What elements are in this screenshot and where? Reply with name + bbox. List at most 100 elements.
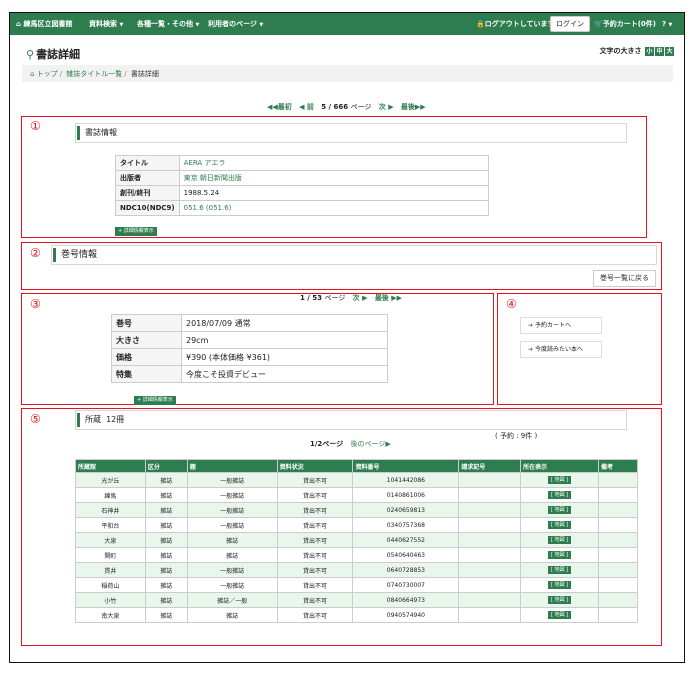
title-link[interactable]: AERA アエラ xyxy=(184,159,226,167)
cell-shelf: 一般雑誌 xyxy=(186,487,278,503)
cell-shelf: 雑誌／一般 xyxy=(186,592,278,608)
cell-category: 雑誌 xyxy=(144,562,188,578)
cell-shelf: 一般雑誌 xyxy=(186,562,278,578)
breadcrumb-magazine-list[interactable]: 雑誌タイトル一覧 xyxy=(66,70,122,78)
issue-row: 特集 今度こそ投資デビュー xyxy=(111,365,388,383)
map-button[interactable]: [ 地図 ] xyxy=(548,506,572,514)
holdings-heading: 所蔵 12冊 xyxy=(75,410,627,430)
home-icon: ⌂ xyxy=(16,20,22,28)
map-button[interactable]: [ 地図 ] xyxy=(548,566,572,574)
add-to-cart-link[interactable]: ➜ 予約カートへ xyxy=(520,317,602,334)
cell-note xyxy=(598,592,638,608)
cell-call-number xyxy=(458,502,522,518)
top-nav: ⌂ 練馬区立図書館 資料検索 ▼ 各種一覧・その他 ▼ 利用者のページ ▼ 🔒ロ… xyxy=(10,13,684,35)
font-medium-button[interactable]: 中 xyxy=(655,46,664,56)
font-large-button[interactable]: 大 xyxy=(665,46,674,56)
cell-number: 0940574940 xyxy=(352,607,460,623)
nav-home[interactable]: ⌂ 練馬区立図書館 xyxy=(16,13,72,35)
breadcrumb-top[interactable]: トップ xyxy=(37,70,58,78)
marker-1: ① xyxy=(30,119,41,133)
issue-row: 価格 ¥390 (本体価格 ¥361) xyxy=(111,348,388,366)
table-row: 稲荷山 雑誌 一般雑誌 貸出不可 0740730007 [ 地図 ] xyxy=(75,577,638,593)
right-icon: ▶ xyxy=(388,103,394,111)
nav-search-menu[interactable]: 資料検索 ▼ xyxy=(89,13,123,35)
map-button[interactable]: [ 地図 ] xyxy=(548,611,572,619)
cell-call-number xyxy=(458,547,522,563)
cell-location: [ 地図 ] xyxy=(520,502,600,518)
bib-info-heading: 書誌情報 xyxy=(75,123,627,143)
cart-icon: 🛒 xyxy=(594,20,603,28)
double-left-icon: ◀◀ xyxy=(267,103,278,111)
bib-info-table: タイトル AERA アエラ 出版者 東京 朝日新聞出版 創刊/終刊 1988.5.24… xyxy=(115,155,490,216)
table-row: 平和台 雑誌 一般雑誌 貸出不可 0340757368 [ 地図 ] xyxy=(75,517,638,533)
cell-library: 光が丘 xyxy=(75,472,146,488)
bib-row: タイトル AERA アエラ xyxy=(115,155,490,171)
caret-down-icon: ▼ xyxy=(119,22,124,28)
issue-detail-button[interactable]: + 詳細情報表示 xyxy=(134,396,176,405)
issue-next-link[interactable]: 次 ▶ xyxy=(353,294,368,302)
bib-row: NDC10(NDC9) 051.6 (051.6) xyxy=(115,200,490,216)
cell-shelf: 一般雑誌 xyxy=(186,517,278,533)
holdings-table: 所蔵館 区分 棚 資料状況 資料番号 請求記号 所在表示 備考 光が丘 雑誌 一般雑… xyxy=(75,459,638,623)
publisher-link[interactable]: 東京 朝日新聞出版 xyxy=(184,174,242,182)
issue-info-heading: 巻号情報 xyxy=(51,245,657,265)
right-icon: ▶ xyxy=(385,440,391,448)
cell-status: 貸出不可 xyxy=(276,472,354,488)
cell-location: [ 地図 ] xyxy=(520,487,600,503)
holdings-next-link[interactable]: 後のページ▶ xyxy=(350,440,390,448)
back-to-issues-button[interactable]: 巻号一覧に戻る xyxy=(593,270,656,287)
cell-status: 貸出不可 xyxy=(276,592,354,608)
map-button[interactable]: [ 地図 ] xyxy=(548,536,572,544)
issue-last-link[interactable]: 最後 ▶▶ xyxy=(375,294,402,302)
bib-row: 出版者 東京 朝日新聞出版 xyxy=(115,170,490,186)
cell-library: 石神井 xyxy=(75,502,146,518)
prev-link[interactable]: ◀ 前 xyxy=(299,103,314,111)
map-button[interactable]: [ 地図 ] xyxy=(548,521,572,529)
holdings-count: 12冊 xyxy=(106,415,125,424)
cell-call-number xyxy=(458,532,522,548)
read-later-link[interactable]: ➜ 今度読みたい本へ xyxy=(520,341,602,358)
cell-library: 関町 xyxy=(75,547,146,563)
cell-note xyxy=(598,472,638,488)
map-button[interactable]: [ 地図 ] xyxy=(548,551,572,559)
record-position: 5 / 666 xyxy=(321,103,349,111)
nav-user-menu[interactable]: 利用者のページ ▼ xyxy=(208,13,263,35)
cell-location: [ 地図 ] xyxy=(520,592,600,608)
left-icon: ◀ xyxy=(299,103,305,111)
cell-shelf: 一般雑誌 xyxy=(186,472,278,488)
map-button[interactable]: [ 地図 ] xyxy=(548,596,572,604)
map-button[interactable]: [ 地図 ] xyxy=(548,581,572,589)
nav-lists-menu[interactable]: 各種一覧・その他 ▼ xyxy=(137,13,199,35)
login-button[interactable]: ログイン xyxy=(550,16,590,32)
marker-4: ④ xyxy=(506,297,517,311)
first-link[interactable]: ◀◀最初 xyxy=(267,103,292,111)
cell-library: 平和台 xyxy=(75,517,146,533)
cell-shelf: 雑誌 xyxy=(186,607,278,623)
marker-5: ⑤ xyxy=(30,412,41,426)
last-link[interactable]: 最後▶▶ xyxy=(401,103,426,111)
help-menu[interactable]: ? ▼ xyxy=(662,13,672,35)
circle-arrow-icon: ➜ xyxy=(528,322,534,329)
font-size-control: 文字の大きさ 小中大 xyxy=(599,46,674,56)
map-button[interactable]: [ 地図 ] xyxy=(548,476,572,484)
table-row: 貫井 雑誌 一般雑誌 貸出不可 0640728853 [ 地図 ] xyxy=(75,562,638,578)
holdings-pager: 1/2ページ 後のページ▶ xyxy=(310,440,391,448)
issue-row: 大きさ 29cm xyxy=(111,331,388,349)
cell-call-number xyxy=(458,472,522,488)
issue-row: 巻号 2018/07/09 通常 xyxy=(111,314,388,332)
cell-category: 雑誌 xyxy=(144,517,188,533)
font-small-button[interactable]: 小 xyxy=(645,46,654,56)
cell-category: 雑誌 xyxy=(144,472,188,488)
issue-position: 1 / 53 xyxy=(300,294,323,302)
cell-number: 0440627552 xyxy=(352,532,460,548)
cart-link[interactable]: 🛒予約カート(0件) xyxy=(594,13,656,35)
cell-status: 貸出不可 xyxy=(276,562,354,578)
ndc-link[interactable]: 051.6 (051.6) xyxy=(184,204,232,212)
reservation-count: ( 予約 : 9件 ) xyxy=(495,432,538,440)
cell-note xyxy=(598,502,638,518)
bib-detail-button[interactable]: + 詳細情報表示 xyxy=(115,227,157,236)
map-button[interactable]: [ 地図 ] xyxy=(548,491,572,499)
cell-category: 雑誌 xyxy=(144,547,188,563)
next-link[interactable]: 次 ▶ xyxy=(379,103,394,111)
cell-number: 0740730007 xyxy=(352,577,460,593)
